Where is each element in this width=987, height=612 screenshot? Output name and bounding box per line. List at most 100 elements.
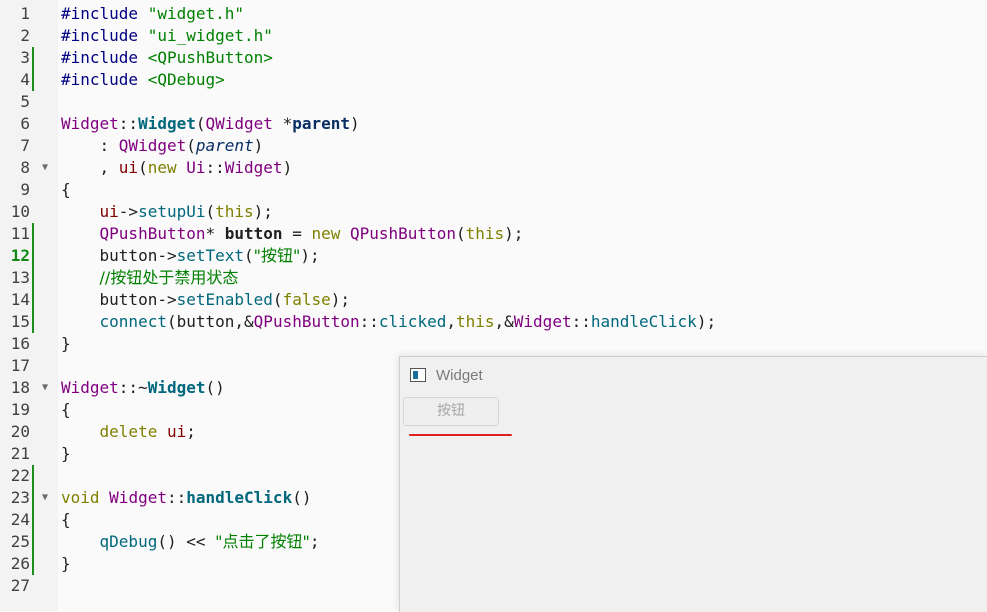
code-token: Widget <box>138 114 196 133</box>
code-token: * <box>205 224 225 243</box>
code-line[interactable]: 12 button->setText("按钮"); <box>0 245 987 267</box>
code-token: :: <box>571 312 591 331</box>
code-token: setEnabled <box>176 290 273 309</box>
code-token: new <box>147 158 187 177</box>
code-token: ; <box>309 532 320 551</box>
fold-arrow-icon[interactable]: ▼ <box>39 157 51 179</box>
line-number: 27 <box>10 576 30 595</box>
line-number: 9 <box>20 180 30 199</box>
code-line[interactable]: 1 #include "widget.h" <box>0 3 987 25</box>
disabled-push-button: 按钮 <box>403 397 499 426</box>
line-number: 21 <box>10 444 30 463</box>
code-token: ); <box>300 246 320 265</box>
code-token: ( <box>138 158 148 177</box>
code-token: () <box>292 488 312 507</box>
code-line[interactable]: 13 //按钮处于禁用状态 <box>0 267 987 289</box>
code-token: button-> <box>61 290 177 309</box>
line-number: 10 <box>10 202 30 221</box>
code-token: QWidget <box>205 114 273 133</box>
code-text: void Widget::handleClick() <box>61 487 311 509</box>
code-line[interactable]: 11 QPushButton* button = new QPushButton… <box>0 223 987 245</box>
code-text: #include "ui_widget.h" <box>61 25 273 47</box>
code-token: ( <box>195 114 206 133</box>
code-token: this <box>215 202 254 221</box>
widget-window[interactable]: Widget 按钮 <box>399 356 987 612</box>
change-marker <box>32 69 34 91</box>
code-text: connect(button,&QPushButton::clicked,thi… <box>61 311 717 333</box>
code-text: Widget::~Widget() <box>61 377 225 399</box>
code-text: } <box>61 553 71 575</box>
code-token: :: <box>118 114 139 133</box>
change-marker <box>32 311 34 333</box>
code-line[interactable]: 8 ▼ , ui(new Ui::Widget) <box>0 157 987 179</box>
code-token: QPushButton <box>253 312 360 331</box>
code-token: Widget <box>147 378 206 397</box>
code-line[interactable]: 15 connect(button,&QPushButton::clicked,… <box>0 311 987 333</box>
line-number: 1 <box>20 4 30 23</box>
code-line[interactable]: 6 Widget::Widget(QWidget *parent) <box>0 113 987 135</box>
code-line[interactable]: 10 ui->setupUi(this); <box>0 201 987 223</box>
code-token: clicked <box>378 312 447 331</box>
code-text: #include "widget.h" <box>61 3 244 25</box>
code-line[interactable]: 3 #include <QPushButton> <box>0 47 987 69</box>
code-token: parent <box>292 114 350 133</box>
line-number: 26 <box>10 554 30 573</box>
code-token: ) <box>282 158 293 177</box>
line-number: 23 <box>10 488 30 507</box>
line-number: 24 <box>10 510 30 529</box>
code-token: connect <box>99 312 167 331</box>
code-token: ); <box>253 202 273 221</box>
code-token: , <box>61 158 119 177</box>
code-token: //按钮处于禁用状态 <box>99 268 239 287</box>
code-token: ); <box>330 290 350 309</box>
code-text: button->setText("按钮"); <box>61 245 320 267</box>
line-number: 14 <box>10 290 30 309</box>
code-token: } <box>61 554 71 573</box>
code-token: void <box>61 488 110 507</box>
code-text: delete ui; <box>61 421 196 443</box>
code-token: :: <box>166 488 187 507</box>
code-text: , ui(new Ui::Widget) <box>61 157 293 179</box>
code-token: "ui_widget.h" <box>147 26 273 45</box>
code-line[interactable]: 9{ <box>0 179 987 201</box>
window-titlebar[interactable]: Widget <box>400 357 987 393</box>
code-line[interactable]: 2 #include "ui_widget.h" <box>0 25 987 47</box>
code-token: -> <box>118 202 139 221</box>
code-token: new <box>311 224 350 243</box>
code-token: ui <box>166 422 187 441</box>
code-token: ( <box>455 224 466 243</box>
code-line[interactable]: 5 <box>0 91 987 113</box>
change-marker <box>32 553 34 575</box>
code-token: { <box>61 510 71 529</box>
code-token: : <box>61 136 119 155</box>
code-text: Widget::Widget(QWidget *parent) <box>61 113 360 135</box>
code-token: ( <box>272 290 283 309</box>
code-text: QPushButton* button = new QPushButton(th… <box>61 223 524 245</box>
code-token: this <box>455 312 495 331</box>
change-marker <box>32 509 34 531</box>
code-text: #include <QPushButton> <box>61 47 273 69</box>
line-number: 4 <box>20 70 30 89</box>
fold-arrow-icon[interactable]: ▼ <box>39 377 51 399</box>
code-token: this <box>465 224 505 243</box>
fold-arrow-icon[interactable]: ▼ <box>39 487 51 509</box>
code-token: ui <box>99 202 119 221</box>
window-title: Widget <box>436 367 483 384</box>
line-number: 18 <box>10 378 30 397</box>
code-token: = <box>282 224 312 243</box>
code-line[interactable]: 14 button->setEnabled(false); <box>0 289 987 311</box>
line-number: 22 <box>10 466 30 485</box>
code-line[interactable]: 4 #include <QDebug> <box>0 69 987 91</box>
code-line[interactable]: 7 : QWidget(parent) <box>0 135 987 157</box>
code-token: <QPushButton> <box>147 48 273 67</box>
code-token: () << <box>157 532 216 551</box>
code-line[interactable]: 16} <box>0 333 987 355</box>
line-number: 19 <box>10 400 30 419</box>
code-token: "按钮" <box>253 246 301 265</box>
code-token: Widget <box>224 158 283 177</box>
line-number: 7 <box>20 136 30 155</box>
